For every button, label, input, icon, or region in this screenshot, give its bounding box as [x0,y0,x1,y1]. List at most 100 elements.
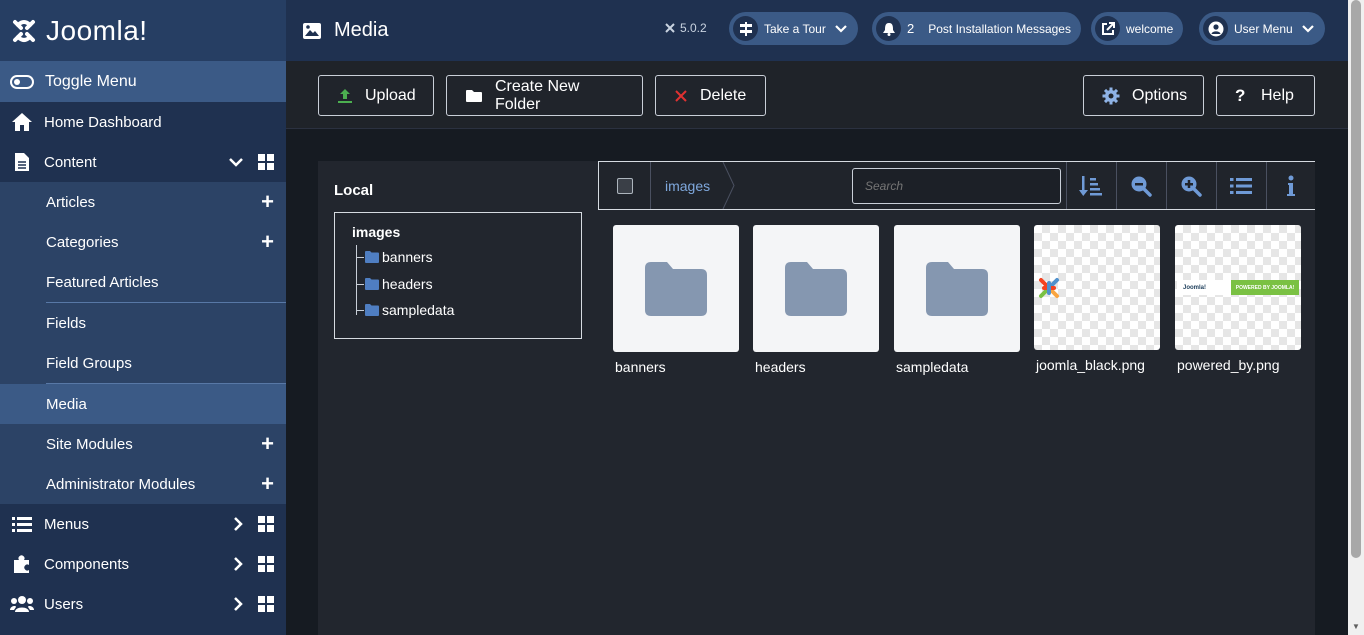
chevron-right-icon[interactable] [232,516,244,532]
folder-icon [645,261,707,316]
dashboard-grid-icon[interactable] [258,556,274,572]
menus-label: Menus [44,515,90,533]
folder-icon [365,278,379,290]
image-thumbnail[interactable] [1034,225,1160,350]
chevron-right-icon[interactable] [232,596,244,612]
media-item-folder[interactable]: banners [613,225,739,375]
sidebar-item-articles[interactable]: Articles + [0,182,286,222]
tree-node-label: headers [382,276,433,292]
chevron-down-icon [835,24,847,33]
zoom-in-button[interactable] [1166,162,1216,209]
sidebar-item-menus[interactable]: Menus [0,504,286,544]
sidebar-item-administrator-modules[interactable]: Administrator Modules + [0,464,286,504]
sidebar-item-featured-articles[interactable]: Featured Articles [0,262,286,302]
powered-badge-text: POWERED BY JOOMLA! [1231,280,1299,295]
create-new-folder-button[interactable]: Create New Folder [446,75,643,116]
upload-icon [337,88,353,104]
folder-icon [365,251,379,263]
delete-button[interactable]: Delete [655,75,766,116]
toggle-menu-button[interactable]: Toggle Menu [0,61,286,102]
scroll-down-arrow-icon[interactable]: ▼ [1352,622,1360,631]
field-groups-label: Field Groups [46,354,132,372]
welcome-site-button[interactable]: welcome [1091,12,1184,45]
page-title-text: Media [334,19,389,41]
zoom-out-button[interactable] [1116,162,1166,209]
sidebar-item-site-modules[interactable]: Site Modules + [0,424,286,464]
add-site-module-icon[interactable]: + [261,433,274,455]
breadcrumb-images[interactable]: images [650,162,732,209]
chevron-right-icon[interactable] [232,556,244,572]
user-menu-label: User Menu [1234,21,1293,36]
take-a-tour-label: Take a Tour [764,21,826,36]
add-admin-module-icon[interactable]: + [261,473,274,495]
site-modules-label: Site Modules [46,435,133,453]
media-item-folder[interactable]: sampledata [894,225,1020,375]
image-thumbnail[interactable]: Joomla! POWERED BY JOOMLA! [1175,225,1301,350]
upload-button[interactable]: Upload [318,75,434,116]
upload-label: Upload [365,86,416,104]
sort-icon [1079,175,1102,196]
sidebar-item-media[interactable]: Media [0,384,286,424]
folder-icon [926,261,988,316]
search-input[interactable] [852,168,1061,204]
dashboard-grid-icon[interactable] [258,154,274,170]
sidebar-item-fields[interactable]: Fields [0,303,286,343]
page-scrollbar[interactable]: ▼ [1348,0,1364,635]
scrollbar-thumb[interactable] [1351,0,1361,558]
folder-thumbnail[interactable] [753,225,879,352]
media-toolbar: images [598,161,1315,210]
add-category-icon[interactable]: + [261,231,274,253]
tree-node-sampledata[interactable]: sampledata [356,302,454,318]
home-icon [10,112,34,132]
sidebar-item-field-groups[interactable]: Field Groups [0,343,286,383]
dashboard-grid-icon[interactable] [258,596,274,612]
version-info: 5.0.2 [664,21,707,35]
media-item-folder[interactable]: headers [753,225,879,375]
header-bar: Media 5.0.2 Take a Tour 2 Post Installat… [286,0,1348,61]
user-icon [1203,16,1228,41]
media-label: Media [46,395,87,413]
list-view-button[interactable] [1216,162,1266,209]
sidebar-item-content[interactable]: Content [0,142,286,182]
tree-node-headers[interactable]: headers [356,276,433,292]
chevron-down-icon[interactable] [228,156,244,168]
folder-thumbnail[interactable] [613,225,739,352]
options-button[interactable]: Options [1083,75,1204,116]
post-installation-messages-button[interactable]: 2 Post Installation Messages [872,12,1081,45]
media-item-image[interactable]: Joomla! POWERED BY JOOMLA! powered_by.pn… [1175,225,1301,373]
users-icon [10,595,34,613]
close-icon [674,89,688,103]
toggle-menu-label: Toggle Menu [45,72,137,90]
add-article-icon[interactable]: + [261,191,274,213]
sidebar-item-components[interactable]: Components [0,544,286,584]
user-menu-button[interactable]: User Menu [1199,12,1325,45]
fields-label: Fields [46,314,87,332]
external-link-icon [1095,16,1120,41]
tree-root-images[interactable]: images [352,224,400,240]
tree-node-banners[interactable]: banners [356,249,433,265]
delete-label: Delete [700,86,747,104]
logo-text: Joomla! [46,14,148,46]
toggle-icon [10,74,34,89]
select-all-checkbox[interactable] [617,178,633,194]
sidebar-item-categories[interactable]: Categories + [0,222,286,262]
info-button[interactable] [1266,162,1316,209]
sidebar-item-home-dashboard[interactable]: Home Dashboard [0,102,286,142]
folder-thumbnail[interactable] [894,225,1020,352]
help-button[interactable]: ? Help [1216,75,1315,116]
sidebar-item-users[interactable]: Users [0,584,286,624]
sidebar: Joomla! Toggle Menu Home Dashboard Conte… [0,0,286,635]
item-name: joomla_black.png [1036,357,1145,373]
joomla-logo-icon [1039,278,1059,298]
gear-icon [1102,87,1120,105]
dashboard-grid-icon[interactable] [258,516,274,532]
sort-button[interactable] [1066,162,1116,209]
notification-count: 2 [907,21,915,36]
question-icon: ? [1235,85,1246,105]
item-name: sampledata [896,359,969,375]
media-item-image[interactable]: joomla_black.png [1034,225,1160,373]
joomla-logo[interactable]: Joomla! [0,0,286,61]
bell-icon [876,16,901,41]
create-new-folder-label: Create New Folder [495,77,580,113]
take-a-tour-button[interactable]: Take a Tour [729,12,858,45]
